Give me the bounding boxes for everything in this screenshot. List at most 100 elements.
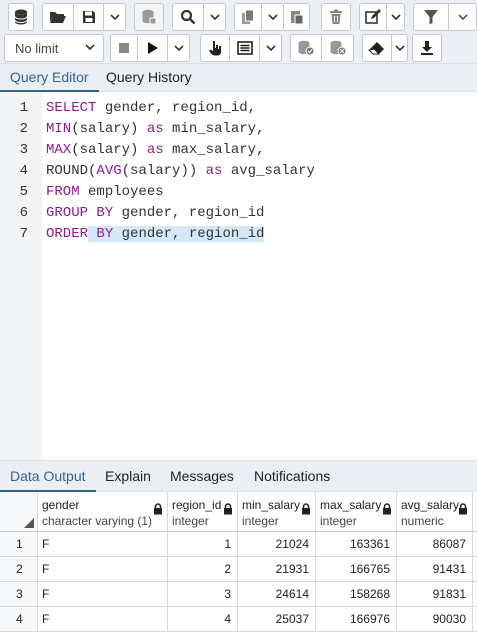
stop-icon [119, 43, 129, 53]
select-all-cell[interactable] [0, 492, 38, 531]
code-line[interactable]: 7 ORDER BY gender, region_id [0, 224, 477, 245]
table-cell[interactable]: 166976 [316, 607, 397, 631]
execute-dropdown-button[interactable] [168, 34, 190, 62]
edit-dropdown-button[interactable] [387, 3, 405, 31]
chevron-down-icon [265, 45, 276, 51]
lock-icon [224, 503, 232, 515]
chevron-down-icon [85, 44, 95, 50]
row-number-cell[interactable]: 1 [0, 532, 38, 556]
table-cell[interactable]: 24614 [238, 582, 316, 606]
clear-button[interactable] [362, 34, 392, 62]
explain-dropdown-button[interactable] [260, 34, 282, 62]
column-name: min_salary [242, 498, 301, 512]
tab-query-editor[interactable]: Query Editor [0, 64, 99, 92]
delete-button[interactable] [321, 3, 351, 31]
table-cell[interactable]: 21024 [238, 532, 316, 556]
table-cell[interactable]: F [38, 582, 168, 606]
code-line[interactable]: 5 FROM employees [0, 182, 477, 203]
clear-dropdown-button[interactable] [392, 34, 408, 62]
paste-button[interactable] [284, 3, 310, 31]
column-header-min-salary[interactable]: min_salary integer [238, 492, 316, 531]
rollback-button[interactable] [322, 34, 354, 62]
line-number: 1 [19, 100, 28, 116]
table-cell[interactable]: 158268 [316, 582, 397, 606]
code-token: gender, region_id [113, 226, 265, 242]
code-text: ORDER BY gender, region_id [46, 224, 265, 245]
save-dropdown-button[interactable] [104, 3, 126, 31]
save-icon [82, 11, 95, 23]
table-row[interactable]: 1 F 1 21024 163361 86087 [0, 532, 477, 557]
sql-editor[interactable]: 1 SELECT gender, region_id, 2 MIN(salary) a… [0, 92, 477, 460]
cell-value: 158268 [349, 587, 390, 601]
find-button[interactable] [172, 3, 204, 31]
code-token: as [146, 142, 164, 158]
column-header-gender[interactable]: gender character varying (1) [38, 492, 168, 531]
save-button[interactable] [74, 3, 104, 31]
cell-value: F [42, 537, 50, 551]
row-number-cell[interactable]: 3 [0, 582, 38, 606]
database-icon [14, 9, 28, 25]
explain-button[interactable] [200, 34, 230, 62]
column-header-avg-salary[interactable]: avg_salary numeric [397, 492, 473, 531]
explain-analyze-button[interactable] [230, 34, 260, 62]
code-line[interactable]: 1 SELECT gender, region_id, [0, 98, 477, 119]
cell-value: 24614 [275, 587, 309, 601]
column-header-region-id[interactable]: region_id integer [168, 492, 238, 531]
edit-button[interactable] [359, 3, 387, 31]
execute-button[interactable] [138, 34, 168, 62]
table-cell[interactable]: 163361 [316, 532, 397, 556]
tab-data-output[interactable]: Data Output [0, 461, 96, 492]
table-cell[interactable]: F [38, 557, 168, 581]
stop-button[interactable] [110, 34, 138, 62]
tab-query-history[interactable]: Query History [96, 64, 202, 92]
connection-button[interactable] [8, 3, 34, 31]
code-line[interactable]: 2 MIN(salary) as min_salary, [0, 119, 477, 140]
limit-select[interactable]: No limit [4, 34, 104, 62]
chevron-down-icon [390, 14, 401, 20]
eraser-icon [368, 42, 384, 55]
rollback-icon [330, 40, 346, 56]
table-cell[interactable]: 86087 [397, 532, 473, 556]
table-cell[interactable]: 90030 [397, 607, 473, 631]
table-cell[interactable]: 4 [168, 607, 238, 631]
copy-dropdown-button[interactable] [262, 3, 284, 31]
copy-icon [242, 9, 254, 24]
table-row[interactable]: 4 F 4 25037 166976 90030 [0, 607, 477, 632]
table-cell[interactable]: 3 [168, 582, 238, 606]
code-line[interactable]: 3 MAX(salary) as max_salary, [0, 140, 477, 161]
cell-value: 166765 [349, 562, 390, 576]
table-cell[interactable]: 91431 [397, 557, 473, 581]
filter-button[interactable] [413, 3, 449, 31]
filter-icon [424, 10, 438, 25]
column-type: character varying (1) [42, 514, 153, 528]
table-cell[interactable]: 21931 [238, 557, 316, 581]
copy-button[interactable] [234, 3, 262, 31]
row-number-cell[interactable]: 4 [0, 607, 38, 631]
code-line[interactable]: 4 ROUND(AVG(salary)) as avg_salary [0, 161, 477, 182]
table-cell[interactable]: 1 [168, 532, 238, 556]
filter-dropdown-button[interactable] [449, 3, 477, 31]
open-file-button[interactable] [42, 3, 74, 31]
find-dropdown-button[interactable] [204, 3, 226, 31]
download-icon [421, 41, 433, 55]
table-cell[interactable]: 2 [168, 557, 238, 581]
tab-messages[interactable]: Messages [160, 461, 244, 492]
code-token: BY [96, 226, 114, 242]
column-header-max-salary[interactable]: max_salary integer [316, 492, 397, 531]
table-cell[interactable]: F [38, 607, 168, 631]
tab-notifications[interactable]: Notifications [244, 461, 340, 492]
column-name: gender [42, 498, 80, 512]
table-cell[interactable]: 25037 [238, 607, 316, 631]
download-button[interactable] [412, 34, 442, 62]
code-line[interactable]: 6 GROUP BY gender, region_id [0, 203, 477, 224]
table-cell[interactable]: F [38, 532, 168, 556]
data-output-grid: gender character varying (1) region_id i… [0, 492, 477, 634]
commit-button[interactable] [290, 34, 322, 62]
table-cell[interactable]: 166765 [316, 557, 397, 581]
table-cell[interactable]: 91831 [397, 582, 473, 606]
row-number-cell[interactable]: 2 [0, 557, 38, 581]
save-data-changes-button[interactable] [134, 3, 164, 31]
table-row[interactable]: 3 F 3 24614 158268 91831 [0, 582, 477, 607]
tab-explain[interactable]: Explain [95, 461, 161, 492]
table-row[interactable]: 2 F 2 21931 166765 91431 [0, 557, 477, 582]
